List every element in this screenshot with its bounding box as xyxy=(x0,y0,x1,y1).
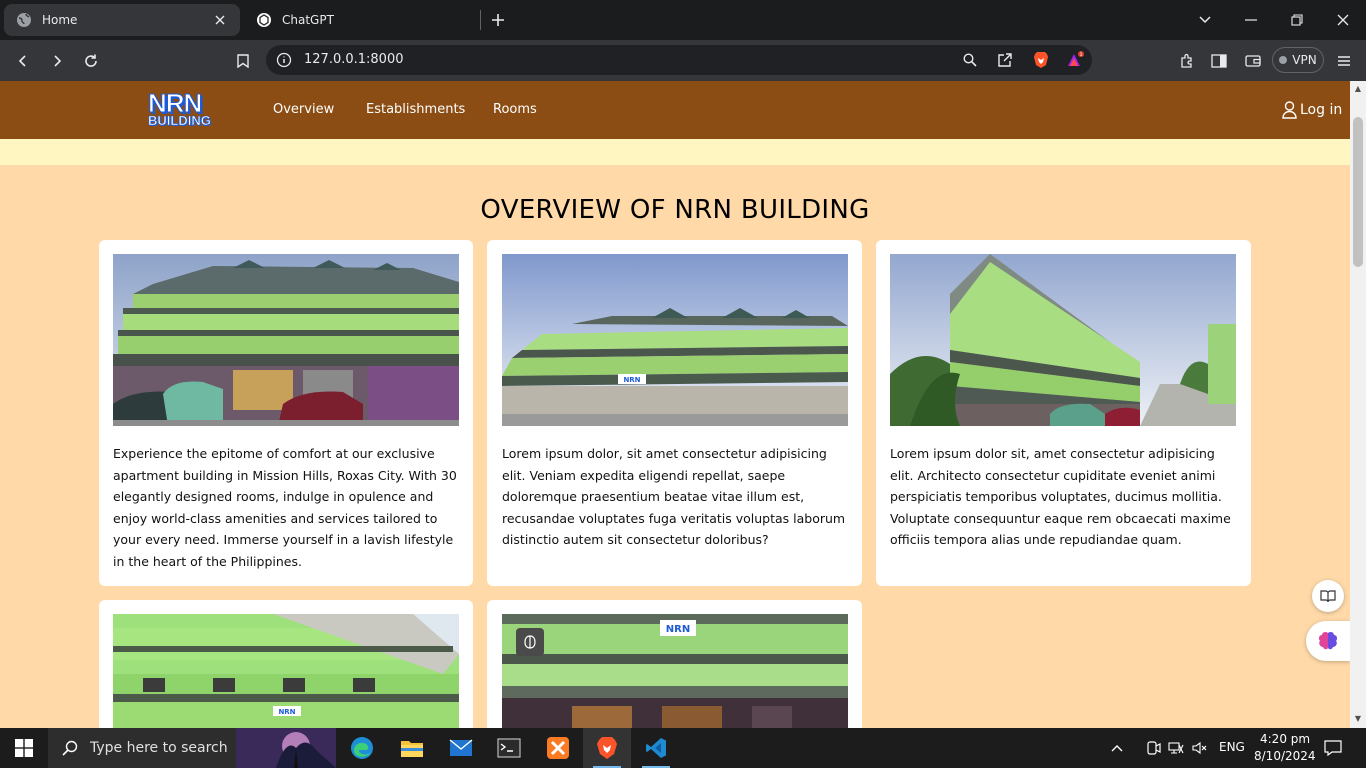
overview-card: NRN Lorem ipsum dolor, sit amet consecte… xyxy=(487,240,862,586)
reload-icon[interactable] xyxy=(78,48,104,74)
login-button[interactable]: Log in xyxy=(1282,99,1342,121)
zoom-icon[interactable] xyxy=(961,51,979,69)
network-icon[interactable] xyxy=(1164,728,1188,768)
sidebar-toggle-icon[interactable] xyxy=(1206,48,1232,74)
close-tab-icon[interactable] xyxy=(212,12,228,28)
edge-browser-icon[interactable] xyxy=(338,728,386,768)
vpn-status-icon xyxy=(1279,56,1288,64)
restore-icon[interactable] xyxy=(1274,0,1320,40)
logo-line-1: NRN xyxy=(148,88,203,118)
site-info-icon[interactable] xyxy=(276,52,292,68)
vpn-button[interactable]: VPN xyxy=(1272,47,1324,73)
close-window-icon[interactable] xyxy=(1320,0,1366,40)
windows-taskbar: Type here to search ENG 4:20 pm 8/10/202… xyxy=(0,728,1366,768)
search-icon xyxy=(62,740,78,756)
ai-brain-icon[interactable] xyxy=(1306,621,1350,661)
url-text[interactable]: 127.0.0.1:8000 xyxy=(304,45,404,75)
clock-time[interactable]: 4:20 pm xyxy=(1260,732,1310,746)
rewards-badge-count: 1 xyxy=(1080,52,1083,58)
page-scrollbar[interactable]: ▲ ▼ xyxy=(1350,81,1366,728)
new-tab-icon[interactable] xyxy=(488,10,508,30)
windows-start-icon[interactable] xyxy=(0,728,48,768)
wallet-icon[interactable] xyxy=(1240,48,1266,74)
back-arrow-icon[interactable] xyxy=(10,48,36,74)
nav-link-establishments[interactable]: Establishments xyxy=(366,101,465,119)
overview-card: Experience the epitome of comfort at our… xyxy=(99,240,473,586)
vpn-label: VPN xyxy=(1292,53,1317,67)
chatgpt-icon xyxy=(256,12,272,28)
overview-card: Lorem ipsum dolor sit, amet consectetur … xyxy=(876,240,1251,586)
show-hidden-icons-chevron[interactable] xyxy=(1105,728,1129,768)
notification-center-icon[interactable] xyxy=(1318,728,1348,768)
building-photo: NRN xyxy=(113,614,459,728)
site-navbar: NRN BUILDING Overview Establishments Roo… xyxy=(0,81,1350,139)
xampp-icon[interactable] xyxy=(534,728,582,768)
card-description: Lorem ipsum dolor, sit amet consectetur … xyxy=(502,446,846,548)
scrollbar-thumb[interactable] xyxy=(1353,117,1363,267)
brain-extension-icon[interactable] xyxy=(516,628,544,656)
building-photo: NRN xyxy=(502,614,848,728)
tab-title: Home xyxy=(42,13,78,27)
extensions-icon[interactable] xyxy=(1174,48,1200,74)
nav-link-overview[interactable]: Overview xyxy=(273,101,334,119)
search-highlight-image xyxy=(236,728,336,768)
nav-link-rooms[interactable]: Rooms xyxy=(493,101,537,119)
overview-card: NRN xyxy=(99,600,473,728)
brave-browser-icon[interactable] xyxy=(583,728,631,768)
reader-mode-icon[interactable] xyxy=(1312,580,1344,612)
globe-icon xyxy=(16,12,32,28)
mail-icon[interactable] xyxy=(437,728,485,768)
building-sign: NRN xyxy=(278,708,295,716)
notice-banner xyxy=(0,139,1350,165)
tab-chatgpt[interactable]: ChatGPT xyxy=(244,4,480,36)
language-indicator[interactable]: ENG xyxy=(1219,740,1245,754)
bookmark-icon[interactable] xyxy=(230,48,256,74)
menu-icon[interactable] xyxy=(1331,48,1357,74)
brave-rewards-icon[interactable]: 1 xyxy=(1066,51,1084,69)
site-logo[interactable]: NRN BUILDING xyxy=(148,88,212,128)
browser-tab-strip: Home ChatGPT xyxy=(0,0,1366,40)
address-bar[interactable]: 127.0.0.1:8000 1 xyxy=(266,45,1092,75)
terminal-icon[interactable] xyxy=(485,728,533,768)
browser-toolbar: 127.0.0.1:8000 1 VPN xyxy=(0,40,1366,81)
page-viewport: NRN BUILDING Overview Establishments Roo… xyxy=(0,81,1350,728)
search-placeholder: Type here to search xyxy=(90,740,228,756)
building-photo xyxy=(113,254,459,426)
vscode-icon[interactable] xyxy=(632,728,680,768)
building-photo xyxy=(890,254,1236,426)
volume-muted-icon[interactable] xyxy=(1188,728,1212,768)
user-icon xyxy=(1282,101,1297,119)
overview-card: NRN xyxy=(487,600,862,728)
card-description: Experience the epitome of comfort at our… xyxy=(113,446,457,569)
share-icon[interactable] xyxy=(996,51,1014,69)
building-photo: NRN xyxy=(502,254,848,426)
scroll-up-icon[interactable]: ▲ xyxy=(1354,85,1362,93)
minimize-icon[interactable] xyxy=(1228,0,1274,40)
scroll-down-icon[interactable]: ▼ xyxy=(1354,715,1362,723)
tab-home[interactable]: Home xyxy=(4,4,240,36)
tab-title: ChatGPT xyxy=(282,13,334,27)
card-description: Lorem ipsum dolor sit, amet consectetur … xyxy=(890,446,1231,548)
building-sign: NRN xyxy=(666,624,690,635)
file-explorer-icon[interactable] xyxy=(388,728,436,768)
clock-date[interactable]: 8/10/2024 xyxy=(1254,749,1316,763)
tab-separator xyxy=(480,10,481,30)
logo-line-2: BUILDING xyxy=(148,113,211,128)
forward-arrow-icon[interactable] xyxy=(44,48,70,74)
taskbar-search[interactable]: Type here to search xyxy=(48,728,336,768)
page-title: OVERVIEW OF NRN BUILDING xyxy=(480,195,870,225)
brave-shields-icon[interactable] xyxy=(1032,51,1050,69)
tab-search-chevron-icon[interactable] xyxy=(1182,0,1228,40)
meet-now-icon[interactable] xyxy=(1141,728,1165,768)
login-label: Log in xyxy=(1300,102,1343,118)
building-sign: NRN xyxy=(623,376,640,384)
